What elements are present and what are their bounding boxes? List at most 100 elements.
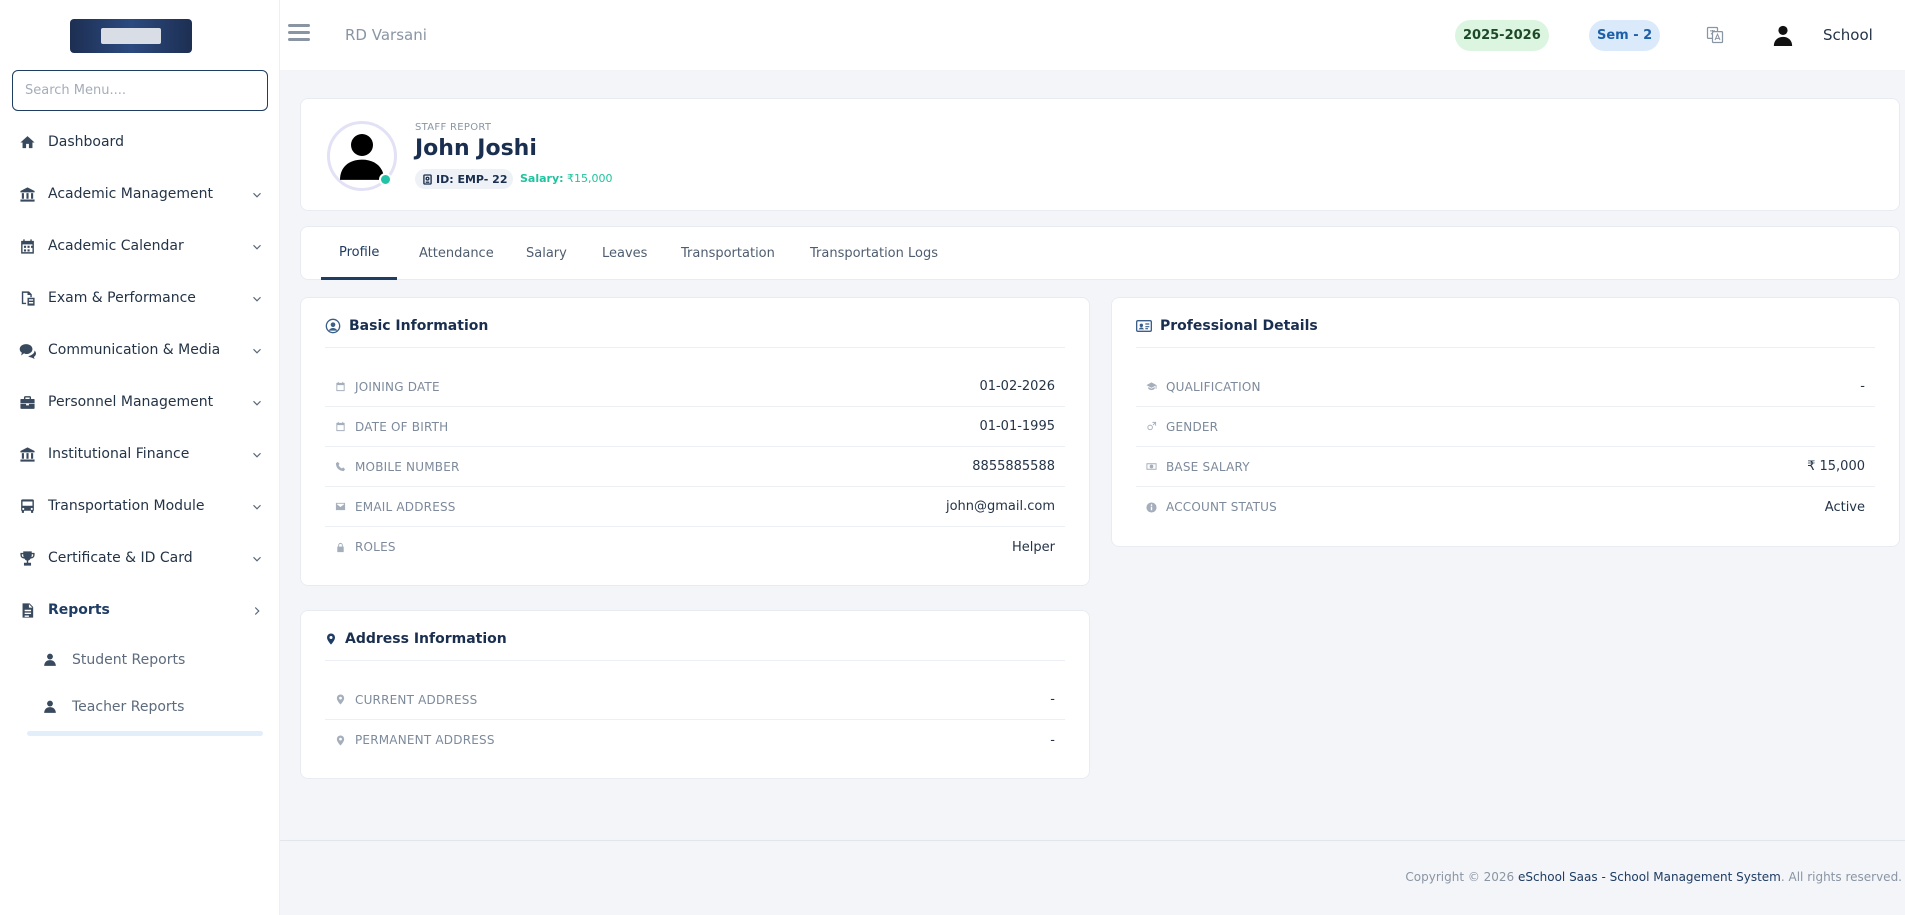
basic-information-card: Basic Information JOINING DATE 01-02-202… [300,297,1090,586]
online-status-dot [379,173,392,186]
divider [325,347,1065,348]
user-name[interactable]: School [1823,26,1873,44]
info-row-date-of-birth: DATE OF BIRTH 01-01-1995 [325,407,1065,447]
row-label: MOBILE NUMBER [325,460,972,474]
footer-divider [280,840,1905,841]
sidebar-nav: Dashboard Academic Management Academic C… [0,116,280,730]
label-text: ACCOUNT STATUS [1166,500,1277,514]
phone-icon [335,461,346,472]
sidebar-item-reports[interactable]: Reports [0,584,280,636]
sidebar-item-dashboard[interactable]: Dashboard [0,116,280,168]
sidebar-item-communication-media[interactable]: Communication & Media [0,324,280,376]
language-icon[interactable] [1705,25,1725,45]
footer-link[interactable]: eSchool Saas - School Management System [1518,870,1781,884]
rights-text: . All rights reserved. [1780,870,1902,884]
sidebar-item-personnel-management[interactable]: Personnel Management [0,376,280,428]
info-row-qualification: QUALIFICATION - [1136,367,1875,407]
info-row-mobile-number: MOBILE NUMBER 8855885588 [325,447,1065,487]
label-text: MOBILE NUMBER [355,459,460,474]
sidebar-item-label: Personnel Management [48,394,214,410]
session-badge[interactable]: 2025-2026 [1455,20,1549,51]
employee-id: ID: EMP- 22 [436,172,508,186]
tab-profile[interactable]: Profile [321,227,398,280]
address-information-title: Address Information [325,631,507,647]
row-label: QUALIFICATION [1136,380,1860,394]
sidebar-item-transportation-module[interactable]: Transportation Module [0,480,280,532]
label-text: QUALIFICATION [1166,379,1261,394]
tab-transportation[interactable]: Transportation [663,227,793,280]
info-row-current-address: CURRENT ADDRESS - [325,680,1065,720]
address-information-card: Address Information CURRENT ADDRESS - PE… [300,610,1090,779]
chevron-right-icon [250,603,264,617]
row-label: PERMANENT ADDRESS [325,733,1050,747]
briefcase-icon [18,393,36,411]
row-label: ROLES [325,540,1012,554]
search-menu-input[interactable] [12,70,268,111]
sidebar-item-label: Exam & Performance [48,290,196,306]
label-text: JOINING DATE [355,379,440,394]
map-pin-icon [336,734,345,746]
copyright-text: Copyright © 2026 [1405,870,1515,884]
row-value: - [1860,379,1865,394]
salary-label: Salary: [520,172,564,185]
row-value: - [1050,732,1055,748]
row-value: 8855885588 [972,459,1055,474]
sidebar-subitem-student-reports[interactable]: Student Reports [0,636,280,683]
money-icon [1146,463,1157,470]
graduation-cap-icon [1146,382,1157,391]
sidebar-item-academic-management[interactable]: Academic Management [0,168,280,220]
row-value: ₹ 15,000 [1807,459,1865,474]
sidebar-subitem-label: Student Reports [72,651,186,668]
divider [1136,347,1875,348]
id-card-icon [423,173,432,185]
sidebar-item-exam-performance[interactable]: Exam & Performance [0,272,280,324]
bus-icon [18,497,36,515]
sidebar: Dashboard Academic Management Academic C… [0,0,280,915]
row-value: 01-01-1995 [979,419,1055,434]
row-value: - [1050,692,1055,707]
row-label: JOINING DATE [325,380,979,394]
chevron-down-icon [250,291,264,305]
sidebar-item-certificate-id-card[interactable]: Certificate & ID Card [0,532,280,584]
staff-name: John Joshi [415,136,537,161]
menu-toggle-icon[interactable] [288,24,310,44]
salary-summary: Salary: ₹15,000 [520,172,613,185]
chevron-down-icon [250,187,264,201]
sidebar-item-label: Academic Calendar [48,238,184,254]
sidebar-item-label: Transportation Module [48,498,205,514]
label-text: ROLES [355,540,396,554]
user-silhouette-icon [340,134,384,180]
map-pin-icon [327,633,335,645]
semester-badge[interactable]: Sem - 2 [1589,20,1661,51]
calendar-icon [336,381,345,392]
tab-attendance[interactable]: Attendance [401,227,512,280]
sidebar-subitem-teacher-reports[interactable]: Teacher Reports [0,683,280,730]
section-title: Basic Information [349,318,489,334]
tab-transportation-logs[interactable]: Transportation Logs [792,227,956,280]
sidebar-item-academic-calendar[interactable]: Academic Calendar [0,220,280,272]
calendar-icon [18,237,36,255]
user-circle-icon [325,318,341,334]
salary-value: ₹15,000 [567,172,613,185]
info-row-permanent-address: PERMANENT ADDRESS - [325,720,1065,760]
tab-leaves[interactable]: Leaves [584,227,665,280]
bank-icon [18,185,36,203]
info-row-email-address: EMAIL ADDRESS john@gmail.com [325,487,1065,527]
info-row-account-status: ACCOUNT STATUS Active [1136,487,1875,527]
row-label: ACCOUNT STATUS [1136,500,1825,514]
sidebar-item-institutional-finance[interactable]: Institutional Finance [0,428,280,480]
user-avatar-icon[interactable] [1772,24,1794,46]
topbar: RD Varsani 2025-2026 Sem - 2 School [280,0,1905,70]
sidebar-scroll-indicator [27,731,263,736]
label-text: BASE SALARY [1166,459,1250,474]
row-label: CURRENT ADDRESS [325,693,1050,707]
info-row-gender: GENDER [1136,407,1875,447]
row-value: john@gmail.com [945,499,1055,514]
school-logo[interactable] [70,19,192,53]
sidebar-item-label: Certificate & ID Card [48,550,193,566]
row-value: 01-02-2026 [979,379,1055,394]
tab-salary[interactable]: Salary [508,227,585,280]
divider [325,660,1065,661]
sidebar-item-label: Academic Management [48,186,214,202]
profile-tabs: Profile Attendance Salary Leaves Transpo… [300,226,1900,280]
